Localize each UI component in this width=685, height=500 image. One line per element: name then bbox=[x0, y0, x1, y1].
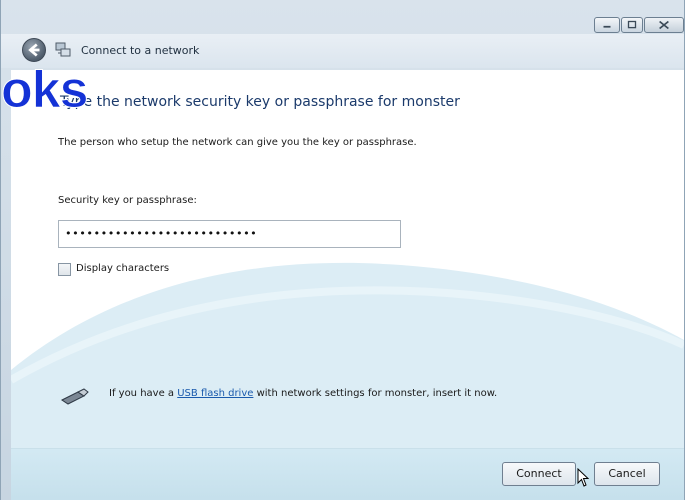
usb-text-suffix: with network settings for monster, inser… bbox=[253, 388, 498, 399]
usb-instruction: If you have a USB flash drive with netwo… bbox=[109, 388, 497, 399]
usb-text-prefix: If you have a bbox=[109, 388, 178, 399]
network-icon bbox=[55, 42, 71, 57]
security-key-input[interactable]: ••••••••••••••••••••••••••• bbox=[58, 220, 401, 248]
usb-drive-icon bbox=[61, 388, 89, 405]
back-arrow-icon bbox=[28, 43, 40, 57]
usb-flash-drive-link[interactable]: USB flash drive bbox=[177, 388, 253, 399]
maximize-button[interactable] bbox=[621, 17, 643, 33]
display-characters-label[interactable]: Display characters bbox=[76, 263, 169, 274]
security-key-label: Security key or passphrase: bbox=[58, 195, 197, 206]
close-button[interactable] bbox=[644, 17, 684, 33]
background-wave bbox=[11, 262, 684, 500]
minimize-icon bbox=[603, 25, 611, 28]
content-pane: Type the network security key or passphr… bbox=[11, 70, 684, 500]
mouse-pointer-icon bbox=[577, 468, 590, 487]
maximize-icon bbox=[627, 20, 637, 29]
connect-button[interactable]: Connect bbox=[502, 462, 576, 486]
overlay-text: oks bbox=[1, 61, 90, 119]
connect-window: Connect to a network Type the network se… bbox=[0, 0, 685, 500]
window-title: Connect to a network bbox=[81, 44, 200, 57]
title-bar bbox=[1, 0, 684, 34]
back-button[interactable] bbox=[22, 38, 46, 62]
cancel-button[interactable]: Cancel bbox=[594, 462, 660, 486]
description-text: The person who setup the network can giv… bbox=[58, 137, 417, 148]
page-heading: Type the network security key or passphr… bbox=[60, 94, 460, 110]
display-characters-checkbox[interactable] bbox=[58, 263, 71, 276]
close-icon bbox=[659, 20, 669, 30]
minimize-button[interactable] bbox=[594, 17, 620, 33]
